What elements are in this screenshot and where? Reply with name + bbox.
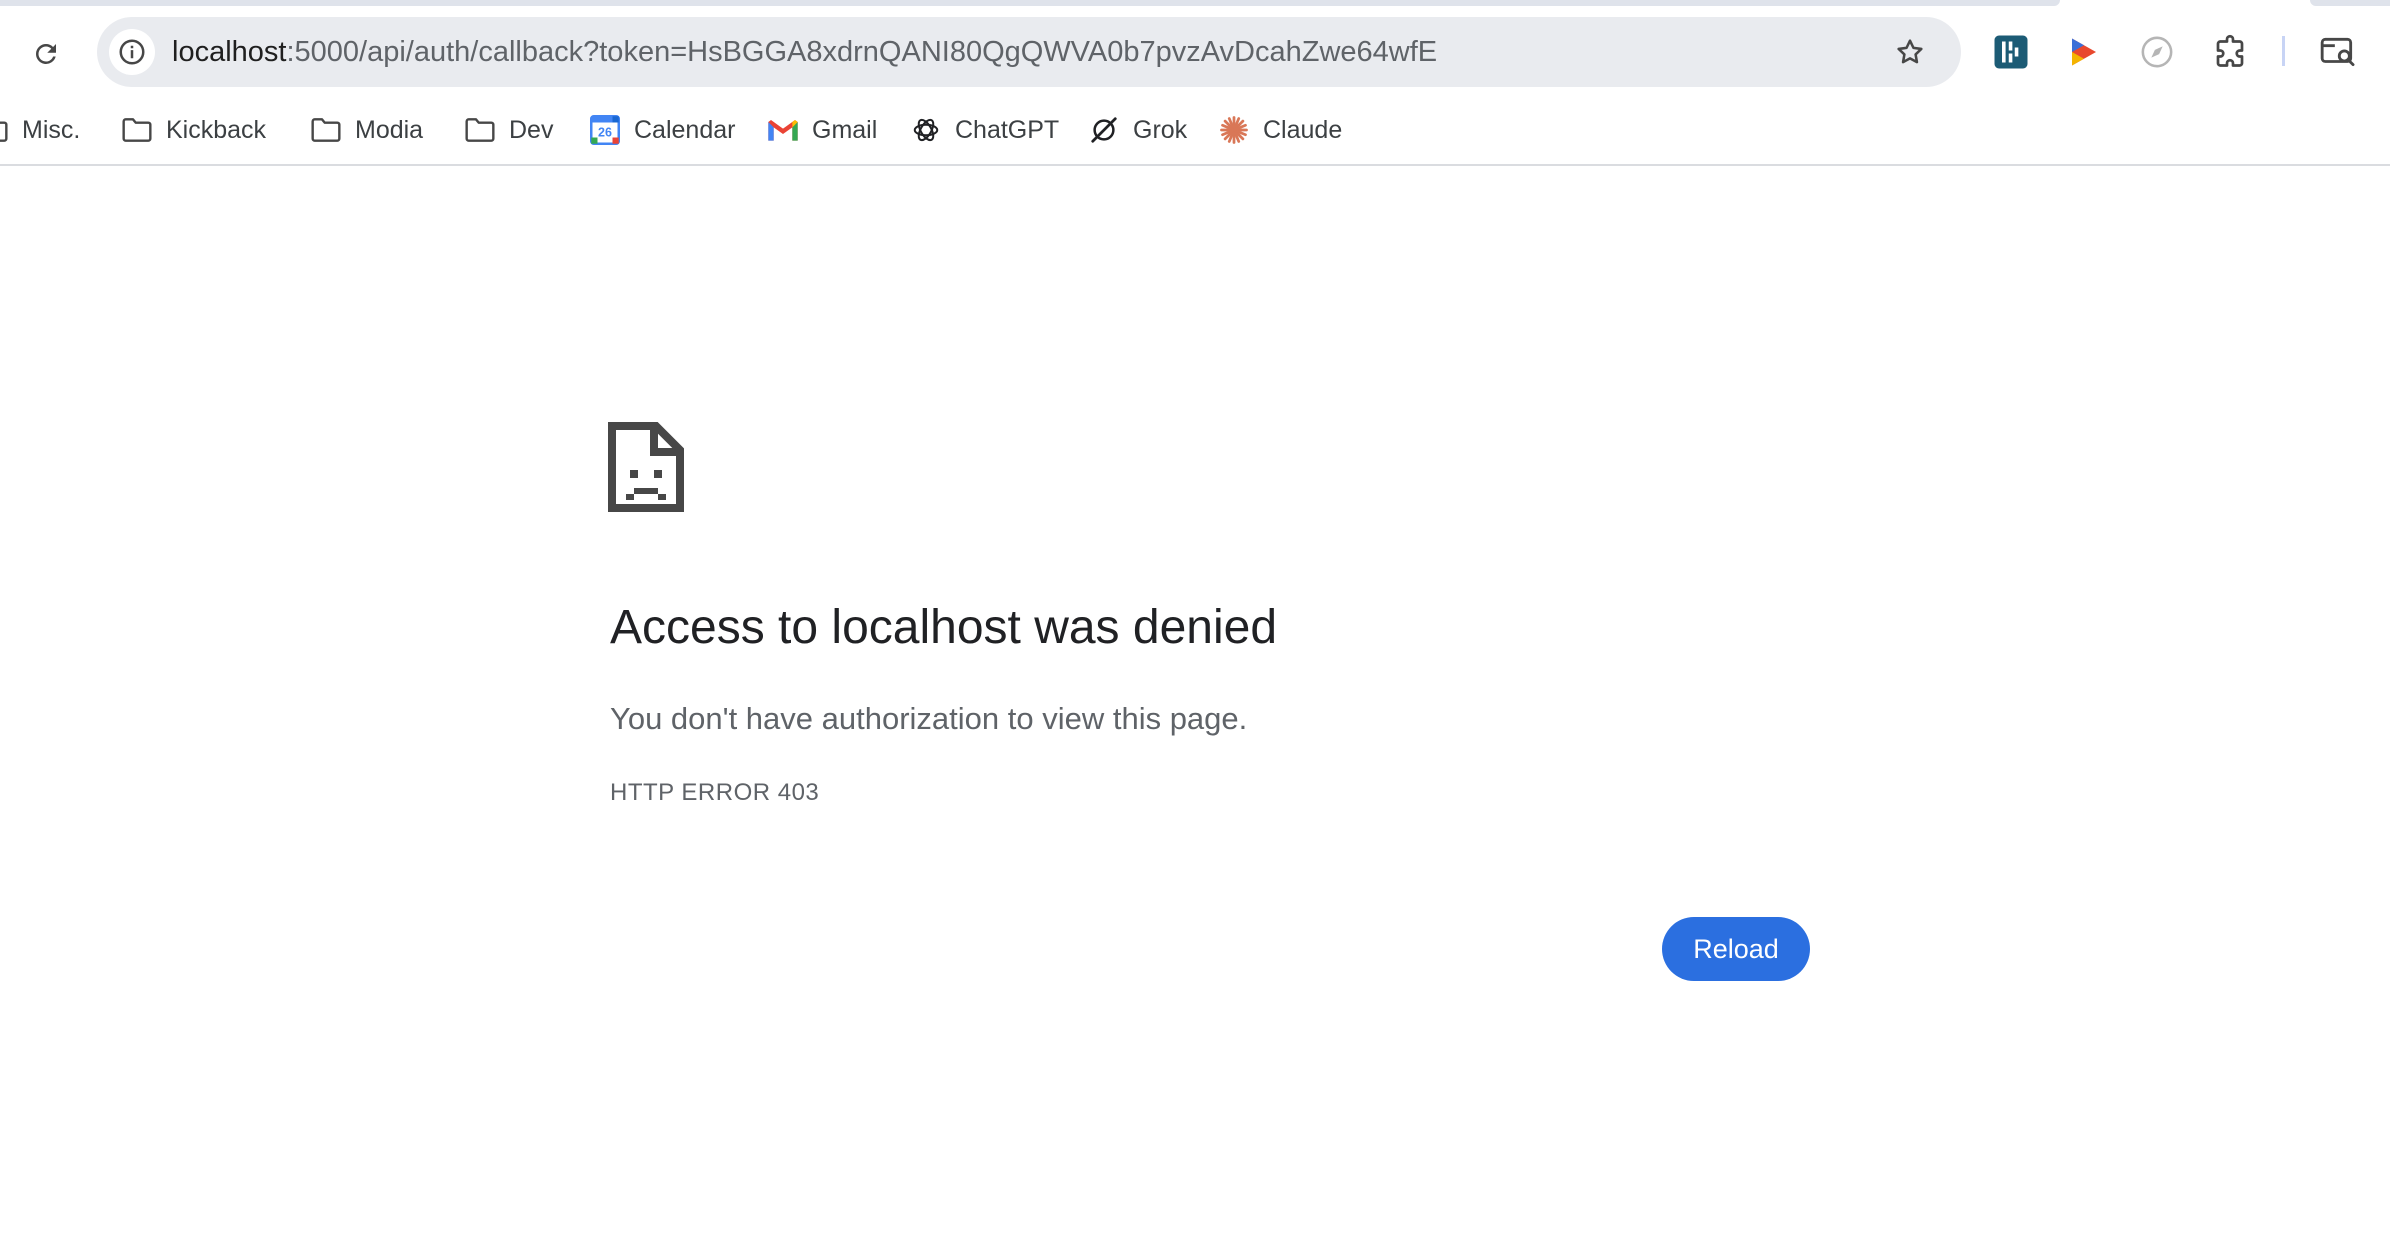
- folder-icon: [463, 113, 497, 147]
- extension-play-icon: [2072, 38, 2096, 66]
- browser-reload-button[interactable]: [22, 30, 70, 78]
- reload-button[interactable]: Reload: [1662, 917, 1810, 981]
- browser-toolbar: localhost:5000/api/auth/callback?token=H…: [0, 0, 2390, 104]
- tab-strip-edge: [2310, 0, 2390, 6]
- bookmark-label: Calendar: [634, 115, 736, 144]
- bookmark-label: Dev: [509, 115, 554, 144]
- bookmark-label: Misc.: [22, 115, 81, 144]
- tab-strip-edge: [0, 0, 2060, 6]
- folder-icon: [120, 113, 154, 147]
- bookmark-label: Grok: [1133, 115, 1188, 144]
- bookmark-modia[interactable]: Modia: [309, 108, 423, 152]
- bookmark-label: Kickback: [166, 115, 267, 144]
- info-icon: [119, 39, 145, 65]
- extension-teal-button[interactable]: [1989, 30, 2033, 74]
- bookmark-calendar[interactable]: 26 Calendar: [588, 108, 735, 152]
- address-bar[interactable]: localhost:5000/api/auth/callback?token=H…: [97, 17, 1961, 87]
- extensions-menu-button[interactable]: [2208, 30, 2252, 74]
- toolbar-divider: [2282, 36, 2285, 66]
- folder-icon: [309, 113, 343, 147]
- bookmark-kickback[interactable]: Kickback: [120, 108, 266, 152]
- claude-icon: [1217, 113, 1251, 147]
- bookmark-claude[interactable]: Claude: [1217, 108, 1342, 152]
- extension-teal-icon: [1994, 35, 2028, 69]
- google-calendar-icon: 26: [588, 113, 622, 147]
- gmail-icon: [766, 113, 800, 147]
- tab-search-icon: [2320, 37, 2355, 67]
- error-description: You don't have authorization to view thi…: [610, 701, 1248, 736]
- bookmark-chatgpt[interactable]: ChatGPT: [909, 108, 1059, 152]
- bookmark-label: Gmail: [812, 115, 878, 144]
- bookmark-misc[interactable]: Misc.: [0, 108, 80, 152]
- extensions-puzzle-icon: [2216, 34, 2244, 67]
- bookmarks-bar: Misc. Kickback Modia Dev 26 Calendar Gma…: [0, 104, 2390, 166]
- calendar-badge: 26: [598, 125, 612, 139]
- extension-compass-button[interactable]: [2135, 30, 2179, 74]
- chatgpt-icon: [909, 113, 943, 147]
- error-title: Access to localhost was denied: [610, 601, 1278, 654]
- sad-page-icon: [608, 422, 684, 512]
- star-icon: [1897, 39, 1923, 64]
- bookmark-label: ChatGPT: [955, 115, 1060, 144]
- url-host: localhost: [172, 36, 287, 68]
- grok-icon: [1087, 113, 1121, 147]
- tab-search-button[interactable]: [2316, 30, 2360, 74]
- reload-icon: [36, 43, 56, 64]
- site-info-button[interactable]: [109, 29, 155, 75]
- bookmark-label: Claude: [1263, 115, 1343, 144]
- bookmark-label: Modia: [355, 115, 424, 144]
- bookmark-grok[interactable]: Grok: [1087, 108, 1187, 152]
- extension-play-button[interactable]: [2062, 30, 2106, 74]
- url-text[interactable]: localhost:5000/api/auth/callback?token=H…: [172, 17, 1437, 87]
- url-path: :5000/api/auth/callback?token=HsBGGA8xdr…: [286, 36, 1438, 68]
- error-code: HTTP ERROR 403: [610, 779, 820, 806]
- extension-compass-icon: [2141, 36, 2173, 68]
- folder-icon: [0, 113, 10, 147]
- bookmark-dev[interactable]: Dev: [463, 108, 553, 152]
- bookmark-star-button[interactable]: [1889, 31, 1931, 73]
- bookmark-gmail[interactable]: Gmail: [766, 108, 877, 152]
